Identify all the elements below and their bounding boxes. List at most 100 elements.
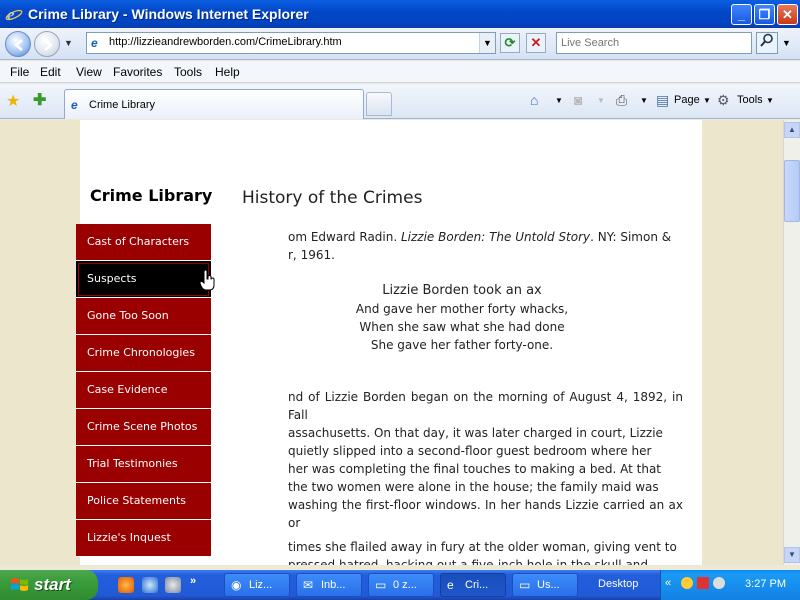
minimize-button[interactable]: _ [731, 4, 752, 25]
taskbar-button-ie[interactable]: e Cri... [440, 573, 506, 597]
site-heading: Crime Library [90, 186, 213, 205]
tray-expand-icon[interactable]: « [665, 577, 671, 589]
menu-item-suspects[interactable]: Suspects [76, 261, 211, 298]
print-dropdown-icon[interactable]: ▼ [640, 96, 648, 105]
home-icon[interactable]: ⌂ [530, 92, 538, 108]
tools-menu-dropdown-icon[interactable]: ▼ [766, 96, 774, 105]
print-icon[interactable]: ⎙ [616, 92, 627, 109]
feeds-icon[interactable]: ◙ [574, 92, 582, 108]
paragraph-line: times she flailed away in fury at the ol… [288, 540, 677, 554]
taskbar-button-folder-2[interactable]: ▭ Us... [512, 573, 578, 597]
ie-logo-icon: e [5, 5, 23, 23]
back-button[interactable] [5, 31, 31, 57]
firefox-quicklaunch-icon[interactable] [118, 577, 134, 593]
ie-quicklaunch-icon[interactable] [142, 577, 158, 593]
menu-file[interactable]: File [10, 65, 29, 79]
menu-view[interactable]: View [76, 65, 102, 79]
tab-crime-library[interactable]: e Crime Library [64, 89, 364, 119]
page-menu-icon[interactable]: ▤ [656, 92, 669, 109]
address-dropdown-icon[interactable]: ▼ [479, 33, 495, 53]
menu-item-crime-chronologies[interactable]: Crime Chronologies [76, 335, 211, 372]
page-menu-dropdown-icon[interactable]: ▼ [703, 96, 711, 105]
paragraph-line: pressed hatred, hacking out a five-inch … [288, 558, 649, 565]
search-input[interactable] [557, 33, 751, 53]
close-button[interactable]: ✕ [777, 4, 798, 25]
source-citation: om Edward Radin. Lizzie Borden: The Unto… [288, 228, 680, 264]
paragraph-line: assachusetts. On that day, it was later … [288, 426, 663, 440]
gear-icon[interactable]: ⚙ [717, 92, 730, 109]
ie-icon: e [447, 578, 454, 592]
citation-publisher: . NY: Simon & [590, 230, 672, 244]
folder-icon: ▭ [519, 578, 531, 592]
clock[interactable]: 3:27 PM [745, 578, 786, 590]
search-options-dropdown-icon[interactable]: ▼ [782, 38, 791, 48]
taskbar-button-firefox[interactable]: ◉ Liz... [224, 573, 290, 597]
rhyme: Lizzie Borden took an ax And gave her mo… [330, 282, 594, 354]
recent-pages-dropdown-icon[interactable]: ▼ [64, 38, 73, 48]
menu-tools[interactable]: Tools [174, 65, 202, 79]
tools-menu-button[interactable]: Tools [737, 94, 763, 106]
back-arrow-icon [13, 39, 23, 51]
firefox-icon: ◉ [231, 578, 242, 592]
maximize-button[interactable]: ❐ [754, 4, 775, 25]
email-quicklaunch-icon[interactable] [165, 577, 181, 593]
citation-year: r, 1961. [288, 248, 335, 262]
favorites-star-icon[interactable]: ★ [6, 91, 20, 111]
menu-edit[interactable]: Edit [40, 65, 61, 79]
menu-item-case-evidence[interactable]: Case Evidence [76, 372, 211, 409]
windows-flag-icon [11, 578, 28, 591]
history-paragraph-1: nd of Lizzie Borden began on the morning… [288, 388, 683, 532]
rhyme-line: When she saw what she had done [359, 320, 565, 334]
search-icon [760, 33, 773, 47]
menu-help[interactable]: Help [215, 65, 240, 79]
paragraph-line: the two women were alone in the house; t… [288, 480, 659, 494]
tray-app-icon[interactable] [681, 577, 693, 589]
menu-item-gone-too-soon[interactable]: Gone Too Soon [76, 298, 211, 335]
desktop-toolbar-label[interactable]: Desktop [598, 578, 638, 590]
taskbar-button-label: Inb... [321, 579, 346, 591]
paragraph-line: washing the first-floor windows. In her … [288, 498, 683, 530]
quicklaunch-more-icon[interactable]: » [190, 575, 196, 587]
add-favorites-icon[interactable]: ✚ [33, 90, 46, 110]
page-menu-button[interactable]: Page [674, 94, 700, 106]
tray-volume-icon[interactable] [713, 577, 725, 589]
vertical-scrollbar[interactable]: ▲ ▼ [783, 120, 800, 565]
new-tab-button[interactable] [366, 92, 392, 116]
url-text[interactable]: http://lizzieandrewborden.com/CrimeLibra… [109, 36, 342, 48]
menu-bar: File Edit View Favorites Tools Help [0, 61, 800, 83]
taskbar-button-folder-1[interactable]: ▭ 0 z... [368, 573, 434, 597]
start-button[interactable]: start [0, 570, 98, 600]
scroll-thumb[interactable] [784, 160, 800, 222]
tray-security-icon[interactable] [697, 577, 709, 589]
address-bar-row: ▼ e http://lizzieandrewborden.com/CrimeL… [0, 28, 800, 60]
rhyme-line: She gave her father forty-one. [370, 338, 554, 352]
search-button[interactable] [756, 32, 778, 54]
rhyme-line: And gave her mother forty whacks, [355, 302, 569, 316]
feeds-dropdown-icon[interactable]: ▼ [597, 96, 605, 105]
web-content: Crime Library History of the Crimes om E… [0, 120, 783, 565]
home-dropdown-icon[interactable]: ▼ [555, 96, 563, 105]
rhyme-line: Lizzie Borden took an ax [382, 283, 542, 298]
menu-item-lizzies-inquest[interactable]: Lizzie's Inquest [76, 520, 211, 557]
page-title: History of the Crimes [242, 188, 423, 208]
scroll-up-button[interactable]: ▲ [784, 122, 800, 138]
taskbar-button-mail[interactable]: ✉ Inb... [296, 573, 362, 597]
scroll-down-button[interactable]: ▼ [784, 547, 800, 563]
forward-arrow-icon [44, 39, 54, 51]
menu-item-crime-scene-photos[interactable]: Crime Scene Photos [76, 409, 211, 446]
taskbar: start » ◉ Liz... ✉ Inb... ▭ 0 z... e Cri… [0, 570, 800, 600]
menu-item-cast-of-characters[interactable]: Cast of Characters [76, 224, 211, 261]
window-title: Crime Library - Windows Internet Explore… [28, 6, 309, 22]
search-field[interactable] [556, 32, 752, 54]
menu-item-police-statements[interactable]: Police Statements [76, 483, 211, 520]
refresh-button[interactable]: ⟳ [500, 33, 520, 53]
address-field[interactable]: e http://lizzieandrewborden.com/CrimeLib… [86, 32, 496, 54]
stop-button[interactable]: ✕ [526, 33, 546, 53]
forward-button[interactable] [34, 31, 60, 57]
taskbar-button-label: Cri... [465, 579, 489, 591]
menu-item-trial-testimonies[interactable]: Trial Testimonies [76, 446, 211, 483]
menu-favorites[interactable]: Favorites [113, 65, 162, 79]
paragraph-line: her was completing the final touches to … [288, 462, 662, 476]
paragraph-line: quietly slipped into a second-floor gues… [288, 444, 652, 458]
tab-page-icon: e [71, 98, 78, 112]
